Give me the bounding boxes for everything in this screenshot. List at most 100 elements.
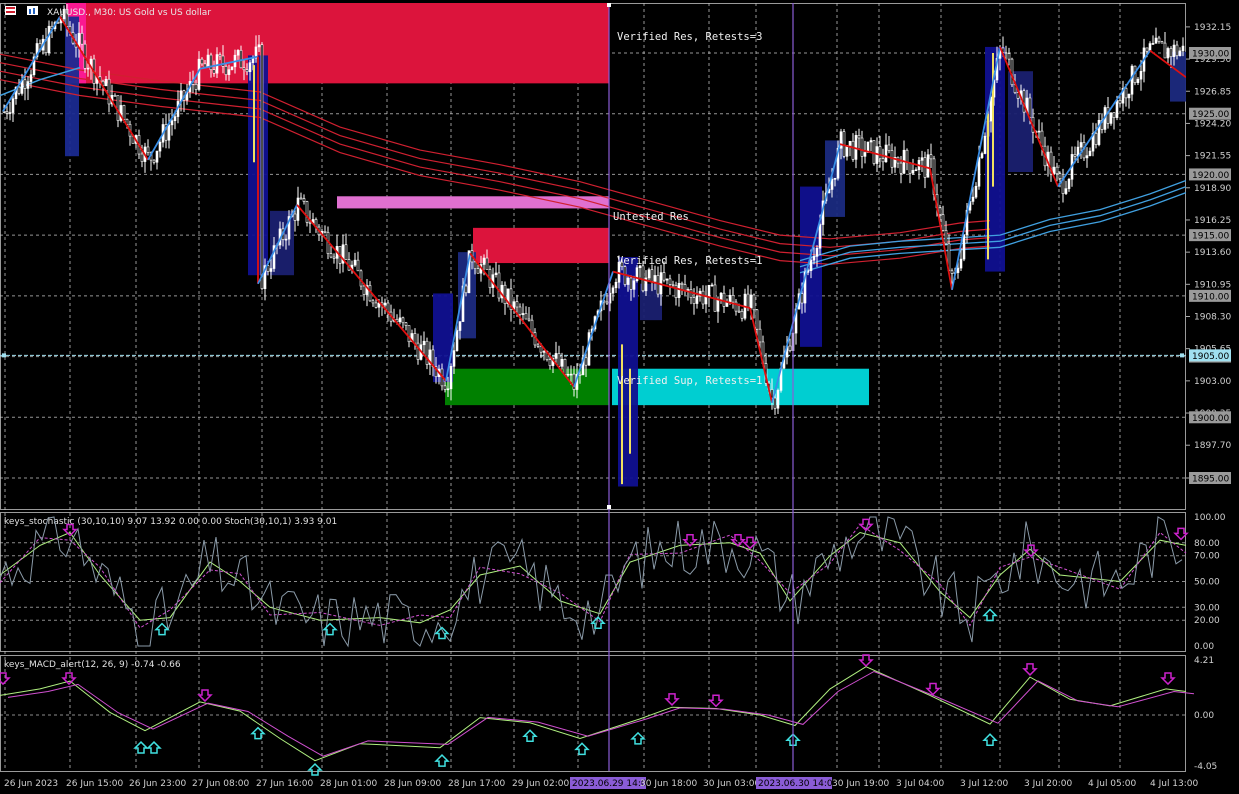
macd-title: keys_MACD_alert(12, 26, 9) -0.74 -0.66 <box>4 660 181 670</box>
candle-body <box>611 287 615 294</box>
zone-label-sup1: Verified Sup, Retests=1 <box>617 375 762 387</box>
candle-body <box>632 280 636 290</box>
time-label: 28 Jun 01:00 <box>320 779 377 789</box>
candle-body <box>980 153 984 158</box>
candle-body <box>158 141 162 152</box>
candle-body <box>689 289 693 298</box>
volume-box <box>1170 51 1186 102</box>
candle-body <box>503 284 507 305</box>
candle-body <box>788 345 792 351</box>
candle-body <box>863 152 867 157</box>
candle-body <box>899 162 903 174</box>
candle-body <box>584 357 588 366</box>
candle-body <box>959 258 963 269</box>
candle-body <box>812 256 816 261</box>
time-label: 27 Jun 16:00 <box>256 779 313 789</box>
candle-body <box>494 272 498 276</box>
candle-body <box>758 328 762 343</box>
candle-body <box>920 157 924 161</box>
time-label: 30 Jun 18:00 <box>640 779 697 789</box>
candle-body <box>977 157 981 187</box>
candle-body <box>140 153 144 162</box>
candle-body <box>692 297 696 304</box>
candle-body <box>308 221 312 224</box>
candle-body <box>323 230 327 233</box>
candle-body <box>206 54 210 68</box>
candle-body <box>476 268 480 274</box>
trading-chart[interactable]: Verified Res, Retests=3 Untested Res Verif… <box>0 0 1239 794</box>
candle-body <box>677 282 681 298</box>
candle-body <box>809 259 813 271</box>
candle-body <box>1067 178 1071 189</box>
price-tick-label: 1897.70 <box>1194 441 1231 451</box>
macd-level-label: -4.05 <box>1194 762 1217 772</box>
candle-body <box>524 313 528 320</box>
candle-body <box>776 390 780 409</box>
candle-body <box>1115 100 1119 118</box>
marker-handle <box>607 505 611 509</box>
candle-body <box>11 98 15 113</box>
candle-body <box>122 105 126 120</box>
candle-body <box>1085 155 1089 159</box>
candle-body <box>1037 130 1041 133</box>
price-tick-label: 1908.30 <box>1194 313 1231 323</box>
time-label: 26 Jun 23:00 <box>129 779 186 789</box>
candle-body <box>80 33 84 45</box>
candle-body <box>941 214 945 231</box>
candle-body <box>239 50 243 69</box>
candle-body <box>695 295 699 304</box>
candle-body <box>449 366 453 390</box>
price-tick-label: 1916.25 <box>1194 216 1231 226</box>
candle-body <box>173 116 177 121</box>
flag-stripe-icon <box>6 7 15 9</box>
candle-body <box>1172 44 1176 58</box>
stoch-level-label: 70.00 <box>1194 552 1220 562</box>
candle-body <box>554 353 558 359</box>
candle-body <box>707 284 711 298</box>
candle-body <box>1124 87 1128 99</box>
candle-body <box>329 253 333 258</box>
candle-body <box>569 373 573 376</box>
candle-body <box>938 207 942 215</box>
candle-body <box>1007 53 1011 60</box>
level-handle-right <box>1180 353 1184 358</box>
chart-icon-bar-2 <box>33 8 35 14</box>
candle-body <box>299 197 303 200</box>
time-highlight-label: 2023.06.30 14:00 <box>758 779 839 789</box>
candle-body <box>605 301 609 304</box>
candle-body <box>152 159 156 163</box>
candle-body <box>656 275 660 295</box>
candle-body <box>86 67 90 70</box>
candle-body <box>1145 47 1149 52</box>
candle-body <box>1106 107 1110 124</box>
candle-body <box>269 268 273 272</box>
candle-body <box>950 270 954 274</box>
candle-body <box>1094 133 1098 145</box>
candle-body <box>665 278 669 281</box>
candle-body <box>464 285 468 294</box>
stoch-level-label: 50.00 <box>1194 578 1220 588</box>
candle-body <box>1073 154 1077 157</box>
candle-body <box>731 294 735 303</box>
level-handle <box>2 353 6 358</box>
candle-body <box>1163 42 1167 59</box>
candle-body <box>737 310 741 313</box>
candle-body <box>1169 48 1173 58</box>
price-axis: 1932.151929.501926.851924.201921.551918.… <box>1186 0 1239 794</box>
candle-body <box>170 120 174 126</box>
candle-body <box>521 313 525 315</box>
price-level-label: 1895.00 <box>1192 475 1229 485</box>
candle-body <box>833 177 837 180</box>
price-tick-label: 1921.55 <box>1194 152 1231 162</box>
candle-body <box>104 78 108 87</box>
price-tick-label: 1918.90 <box>1194 184 1231 194</box>
candle-body <box>1109 112 1113 124</box>
candle-body <box>719 292 723 301</box>
time-label: 26 Jun 2023 <box>4 779 58 789</box>
candle-body <box>548 359 552 366</box>
chart-icon-bar <box>29 9 31 14</box>
symbol-title: XAUUSD., M30: US Gold vs US dollar <box>47 8 211 18</box>
candle-body <box>1058 173 1062 179</box>
candle-body <box>284 238 288 241</box>
zone-support-green <box>445 368 609 406</box>
